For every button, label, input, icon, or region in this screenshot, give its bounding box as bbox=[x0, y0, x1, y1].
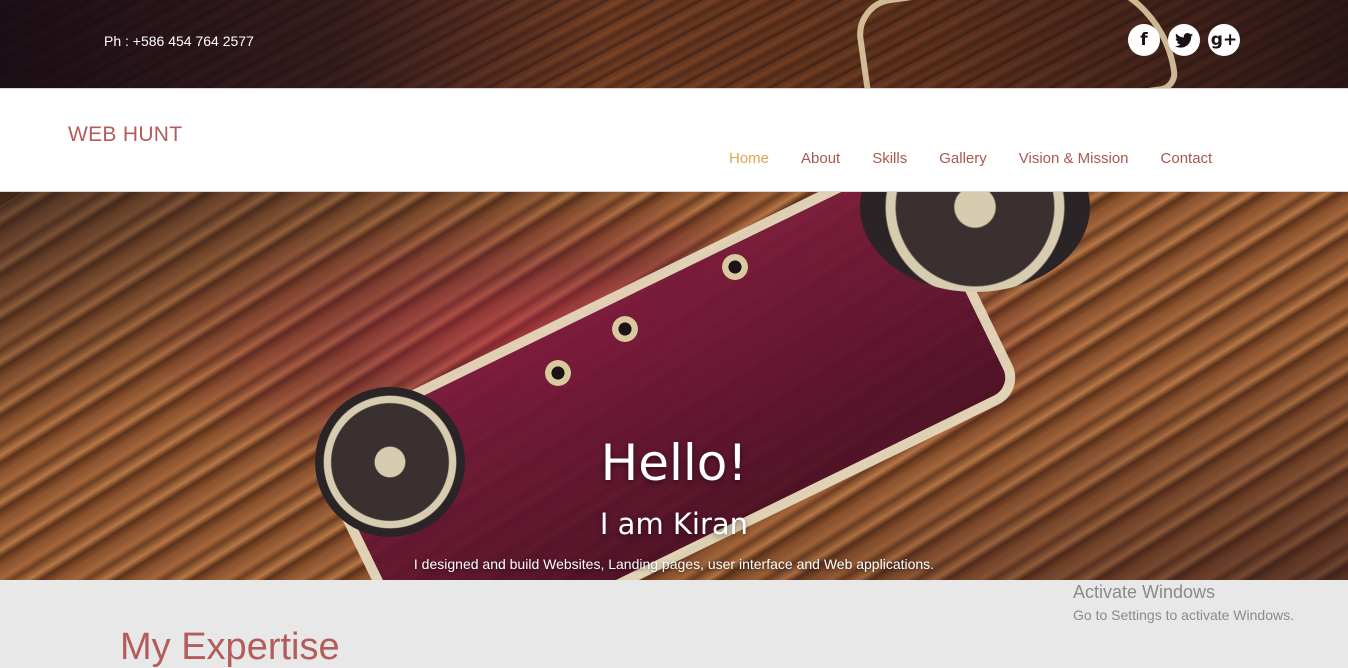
nav-item-vision-mission[interactable]: Vision & Mission bbox=[1019, 150, 1129, 167]
nav-item-gallery[interactable]: Gallery bbox=[939, 150, 987, 167]
bolt bbox=[722, 254, 748, 280]
wood-plank-line bbox=[0, 192, 1348, 264]
twitter-bird-icon bbox=[1175, 32, 1193, 48]
google-plus-icon[interactable]: g+ bbox=[1208, 24, 1240, 56]
bolt bbox=[545, 360, 571, 386]
twitter-icon[interactable] bbox=[1168, 24, 1200, 56]
facebook-icon[interactable]: f bbox=[1128, 24, 1160, 56]
brand-logo[interactable]: WEB HUNT bbox=[68, 123, 182, 147]
bolt bbox=[612, 316, 638, 342]
hero-description: I designed and build Websites, Landing p… bbox=[413, 556, 935, 572]
nav-item-contact[interactable]: Contact bbox=[1161, 150, 1213, 167]
hero-title: Hello! bbox=[600, 434, 748, 492]
section-heading: My Expertise bbox=[120, 626, 340, 668]
social-links: f g+ bbox=[1128, 24, 1240, 56]
nav-item-about[interactable]: About bbox=[801, 150, 840, 167]
windows-activation-watermark: Activate Windows Go to Settings to activ… bbox=[1073, 582, 1294, 623]
hero-subtitle: I am Kiran bbox=[599, 507, 749, 541]
hero-banner: Hello! I am Kiran I designed and build W… bbox=[0, 192, 1348, 580]
top-bar: Ph : +586 454 764 2577 f g+ bbox=[0, 0, 1348, 88]
navbar: WEB HUNT Home About Skills Gallery Visio… bbox=[0, 88, 1348, 192]
watermark-subtitle: Go to Settings to activate Windows. bbox=[1073, 607, 1294, 623]
phone-number: Ph : +586 454 764 2577 bbox=[104, 33, 254, 49]
nav-item-home[interactable]: Home bbox=[729, 150, 769, 167]
watermark-title: Activate Windows bbox=[1073, 582, 1216, 602]
nav-item-skills[interactable]: Skills bbox=[872, 150, 907, 167]
main-nav: Home About Skills Gallery Vision & Missi… bbox=[729, 150, 1212, 167]
